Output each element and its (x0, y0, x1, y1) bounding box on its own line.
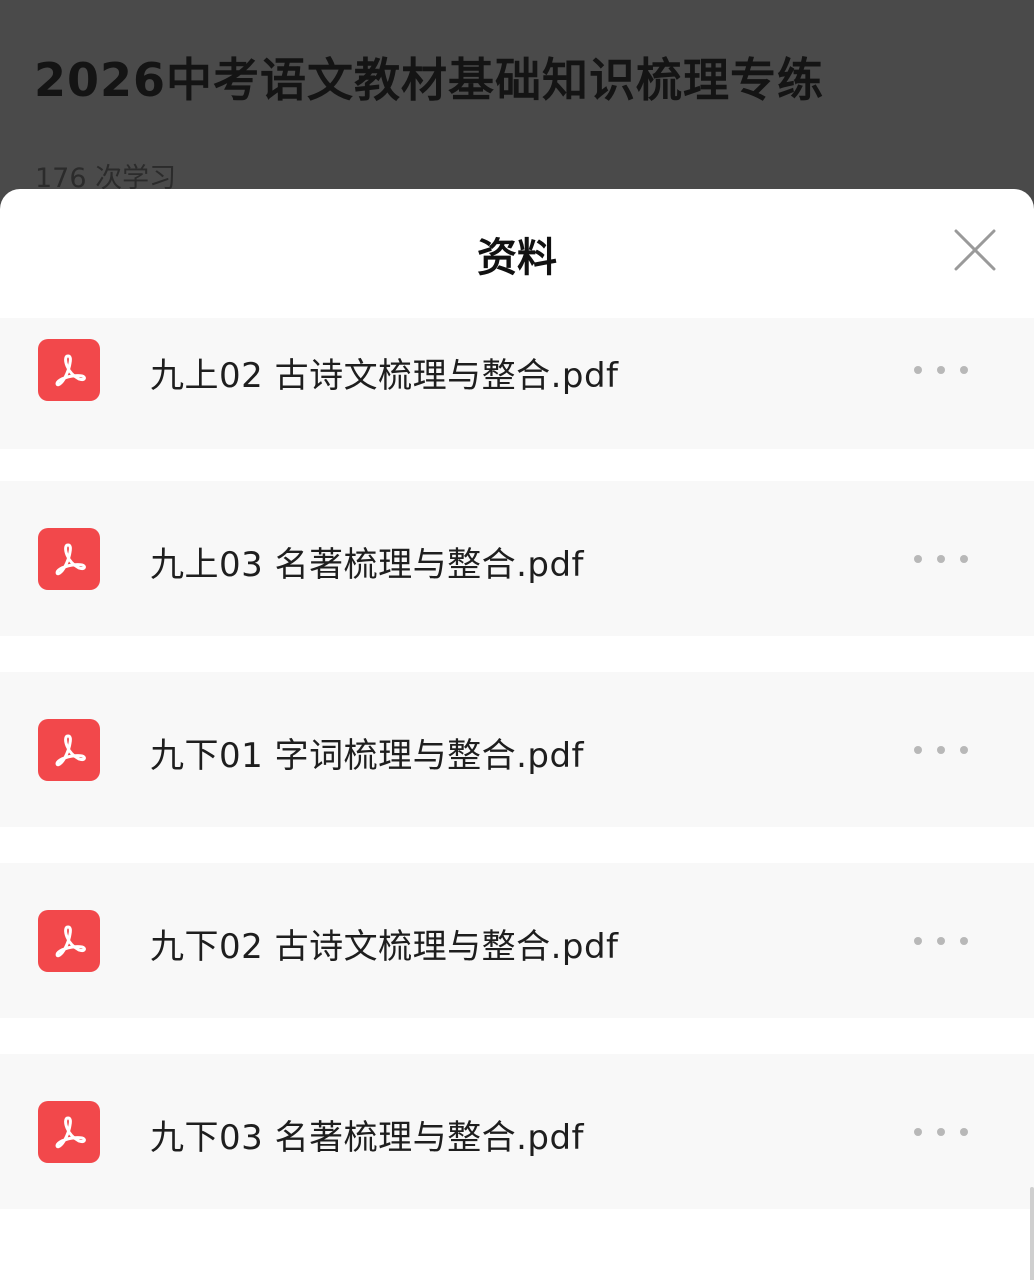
file-row[interactable]: 九下01 字词梳理与整合.pdf (0, 672, 1034, 827)
more-options-button[interactable] (914, 544, 968, 574)
scrollbar[interactable] (1030, 1187, 1034, 1280)
pdf-icon (38, 339, 100, 401)
more-dot (914, 937, 922, 945)
more-dot (937, 366, 945, 374)
pdf-icon (38, 1101, 100, 1163)
more-options-button[interactable] (914, 355, 968, 385)
more-dot (937, 555, 945, 563)
more-dot (960, 366, 968, 374)
file-list: 九上02 古诗文梳理与整合.pdf 九上03 名著梳理与整合.pdf 九下01 … (0, 318, 1034, 1245)
more-dot (960, 746, 968, 754)
file-row[interactable]: 九下02 古诗文梳理与整合.pdf (0, 863, 1034, 1018)
more-dot (937, 937, 945, 945)
sheet-header: 资料 (0, 189, 1034, 319)
close-icon (954, 229, 996, 271)
more-dot (914, 366, 922, 374)
more-dot (914, 746, 922, 754)
file-name: 九下03 名著梳理与整合.pdf (150, 1118, 585, 1158)
file-name: 九下02 古诗文梳理与整合.pdf (150, 927, 619, 967)
pdf-icon (38, 910, 100, 972)
materials-sheet: 资料 九上02 古诗文梳理与整合.pdf 九上03 名著梳理与整合.pdf 九下… (0, 189, 1034, 1280)
file-name: 九上03 名著梳理与整合.pdf (150, 545, 585, 585)
file-row[interactable]: 九下03 名著梳理与整合.pdf (0, 1054, 1034, 1209)
file-name: 九下01 字词梳理与整合.pdf (150, 736, 585, 776)
file-name: 九上02 古诗文梳理与整合.pdf (150, 356, 619, 396)
file-row[interactable]: 九上02 古诗文梳理与整合.pdf (0, 318, 1034, 449)
more-dot (960, 555, 968, 563)
file-row[interactable]: 九上03 名著梳理与整合.pdf (0, 481, 1034, 636)
close-button[interactable] (952, 227, 998, 273)
pdf-icon (38, 719, 100, 781)
more-options-button[interactable] (914, 926, 968, 956)
more-dot (960, 1128, 968, 1136)
more-options-button[interactable] (914, 735, 968, 765)
course-title: 2026中考语文教材基础知识梳理专练 (34, 53, 825, 107)
pdf-icon (38, 528, 100, 590)
more-options-button[interactable] (914, 1117, 968, 1147)
sheet-title: 资料 (477, 235, 557, 281)
more-dot (937, 746, 945, 754)
more-dot (914, 1128, 922, 1136)
more-dot (937, 1128, 945, 1136)
more-dot (960, 937, 968, 945)
more-dot (914, 555, 922, 563)
